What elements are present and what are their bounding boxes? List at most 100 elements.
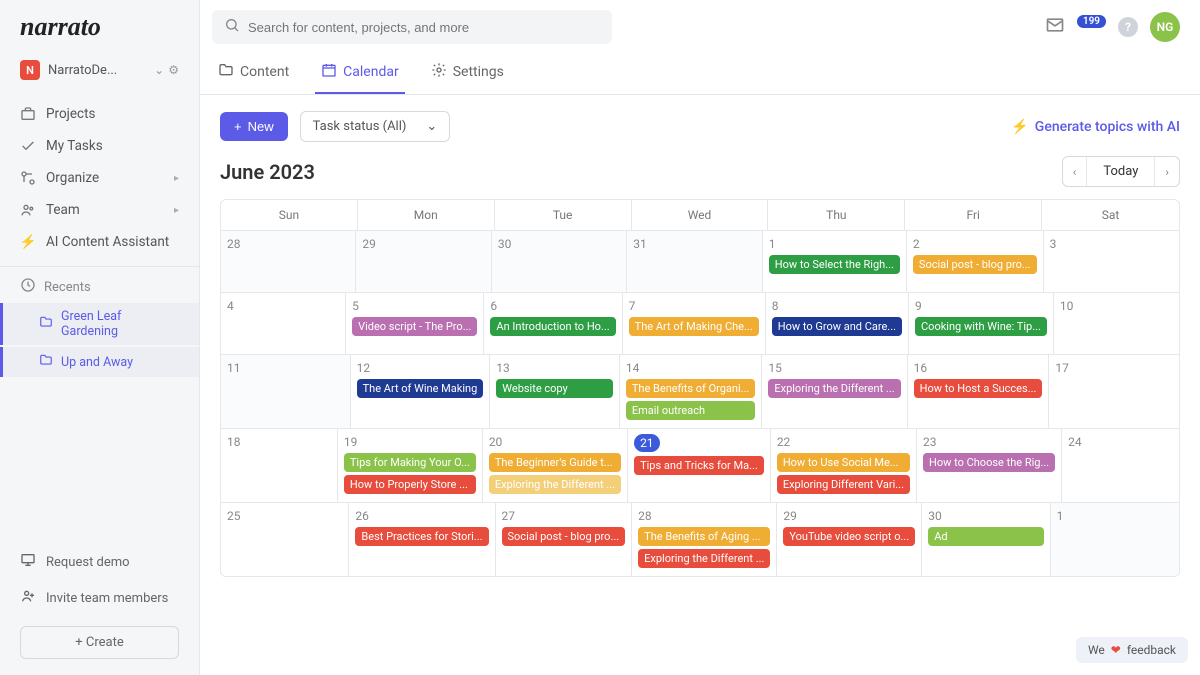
- date-number: 3: [1050, 237, 1057, 251]
- calendar-cell[interactable]: 3: [1044, 231, 1179, 293]
- date-number: 29: [362, 237, 376, 251]
- calendar-event[interactable]: Exploring the Different ...: [489, 475, 621, 494]
- calendar-cell[interactable]: 26Best Practices for Stori...: [349, 503, 495, 576]
- calendar-cell[interactable]: 28The Benefits of Aging ...Exploring the…: [632, 503, 777, 576]
- calendar-cell[interactable]: 13Website copy: [490, 355, 620, 429]
- prev-month-button[interactable]: ‹: [1063, 158, 1087, 186]
- date-number: 1: [1057, 509, 1064, 523]
- tab-calendar[interactable]: Calendar: [315, 52, 405, 94]
- task-status-filter[interactable]: Task status (All) ⌄: [300, 111, 451, 142]
- sidebar-item-ai-assistant[interactable]: ⚡ AI Content Assistant: [0, 226, 199, 258]
- create-button[interactable]: + Create: [20, 626, 179, 659]
- calendar-cell[interactable]: 18: [221, 429, 338, 503]
- calendar-event[interactable]: How to Host a Succes...: [914, 379, 1043, 398]
- invite-team-link[interactable]: Invite team members: [0, 580, 199, 616]
- calendar-event[interactable]: Exploring Different Vari...: [777, 475, 910, 494]
- calendar-cell[interactable]: 11: [221, 355, 351, 429]
- calendar-event[interactable]: The Benefits of Organi...: [626, 379, 756, 398]
- calendar-event[interactable]: How to Use Social Me...: [777, 453, 910, 472]
- sidebar-item-organize[interactable]: Organize ▸: [0, 162, 199, 194]
- next-month-button[interactable]: ›: [1155, 158, 1179, 186]
- calendar-event[interactable]: The Art of Wine Making: [357, 379, 484, 398]
- calendar-cell[interactable]: 7The Art of Making Che...: [623, 293, 766, 355]
- calendar-event[interactable]: Exploring the Different ...: [638, 549, 770, 568]
- calendar-cell[interactable]: 17: [1049, 355, 1179, 429]
- calendar-event[interactable]: The Benefits of Aging ...: [638, 527, 770, 546]
- calendar-cell[interactable]: 15Exploring the Different ...: [762, 355, 907, 429]
- calendar-event[interactable]: The Art of Making Che...: [629, 317, 759, 336]
- calendar-cell[interactable]: 31: [627, 231, 762, 293]
- mail-icon[interactable]: [1045, 15, 1065, 40]
- calendar-cell[interactable]: 25: [221, 503, 349, 576]
- calendar-cell[interactable]: 28: [221, 231, 356, 293]
- calendar-cell[interactable]: 6An Introduction to Ho...: [484, 293, 622, 355]
- calendar-cell[interactable]: 20 The Beginner's Guide t... Exploring the…: [483, 429, 628, 503]
- calendar-cell[interactable]: 22How to Use Social Me...Exploring Diffe…: [771, 429, 917, 503]
- recent-item[interactable]: Up and Away: [0, 347, 199, 377]
- calendar-cell[interactable]: 14The Benefits of Organi...Email outreac…: [620, 355, 763, 429]
- workspace-selector[interactable]: N NarratoDe... ⌄ ⚙: [0, 50, 199, 90]
- calendar-event[interactable]: How to Grow and Care...: [772, 317, 902, 336]
- sidebar-item-my-tasks[interactable]: My Tasks: [0, 130, 199, 162]
- gear-icon[interactable]: ⚙: [168, 63, 179, 77]
- generate-topics-ai-link[interactable]: ⚡ Generate topics with AI: [1011, 119, 1180, 135]
- request-demo-label: Request demo: [46, 555, 130, 570]
- calendar-cell[interactable]: 16How to Host a Succes...: [908, 355, 1050, 429]
- calendar-event[interactable]: How to Properly Store ...: [344, 475, 476, 494]
- chevron-down-icon[interactable]: ⌄: [154, 63, 164, 77]
- recent-item[interactable]: Green Leaf Gardening: [0, 303, 199, 345]
- calendar-cell[interactable]: 23How to Choose the Rig...: [917, 429, 1062, 503]
- date-number: 19: [344, 435, 358, 449]
- search-field[interactable]: [248, 20, 600, 35]
- calendar-cell[interactable]: 24: [1062, 429, 1179, 503]
- calendar-cell[interactable]: 29: [356, 231, 491, 293]
- calendar-cell[interactable]: 19 Tips for Making Your O... How to Proper…: [338, 429, 483, 503]
- calendar-event[interactable]: How to Select the Righ...: [769, 255, 900, 274]
- calendar-event[interactable]: Tips for Making Your O...: [344, 453, 476, 472]
- new-button[interactable]: +New: [220, 112, 288, 141]
- calendar-event[interactable]: Best Practices for Stori...: [355, 527, 488, 546]
- calendar-event[interactable]: Cooking with Wine: Tip...: [915, 317, 1047, 336]
- calendar-event[interactable]: Ad: [928, 527, 1043, 546]
- calendar-cell[interactable]: 5Video script - The Pro...: [346, 293, 484, 355]
- tab-content[interactable]: Content: [212, 52, 295, 94]
- calendar-event[interactable]: Social post - blog pro...: [502, 527, 626, 546]
- calendar-event[interactable]: How to Choose the Rig...: [923, 453, 1055, 472]
- date-number: 1: [769, 237, 776, 251]
- calendar-cell[interactable]: 1: [1051, 503, 1179, 576]
- heart-icon: ❤: [1111, 643, 1121, 657]
- avatar[interactable]: NG: [1150, 12, 1180, 42]
- tab-settings[interactable]: Settings: [425, 52, 510, 94]
- sidebar-item-team[interactable]: Team ▸: [0, 194, 199, 226]
- feedback-button[interactable]: We ❤ feedback: [1076, 637, 1188, 663]
- calendar-event[interactable]: Video script - The Pro...: [352, 317, 477, 336]
- month-label: June 2023: [220, 160, 315, 184]
- calendar-cell[interactable]: 30: [492, 231, 627, 293]
- calendar-event[interactable]: Email outreach: [626, 401, 756, 420]
- calendar-event[interactable]: An Introduction to Ho...: [490, 317, 615, 336]
- calendar-cell[interactable]: 8How to Grow and Care...: [766, 293, 909, 355]
- notif-badge[interactable]: 199: [1077, 15, 1106, 28]
- calendar-cell[interactable]: 4: [221, 293, 346, 355]
- today-button[interactable]: Today: [1086, 157, 1155, 186]
- sidebar-item-projects[interactable]: Projects: [0, 98, 199, 130]
- calendar-cell[interactable]: 12The Art of Wine Making: [351, 355, 491, 429]
- calendar-cell[interactable]: 21Tips and Tricks for Ma...: [628, 429, 771, 503]
- date-number: 20: [489, 435, 503, 449]
- calendar-event[interactable]: YouTube video script o...: [783, 527, 915, 546]
- calendar-event[interactable]: Exploring the Different ...: [768, 379, 900, 398]
- search-input[interactable]: [212, 10, 612, 44]
- request-demo-link[interactable]: Request demo: [0, 544, 199, 580]
- calendar-cell[interactable]: 10: [1054, 293, 1179, 355]
- calendar-event[interactable]: The Beginner's Guide t...: [489, 453, 621, 472]
- calendar-event[interactable]: Tips and Tricks for Ma...: [634, 456, 764, 475]
- calendar-cell[interactable]: 29YouTube video script o...: [777, 503, 922, 576]
- help-icon[interactable]: ?: [1118, 17, 1138, 37]
- calendar-cell[interactable]: 2Social post - blog pro...: [907, 231, 1044, 293]
- calendar-cell[interactable]: 30Ad: [922, 503, 1050, 576]
- calendar-cell[interactable]: 9Cooking with Wine: Tip...: [909, 293, 1054, 355]
- calendar-cell[interactable]: 27Social post - blog pro...: [496, 503, 633, 576]
- calendar-event[interactable]: Website copy: [496, 379, 613, 398]
- calendar-cell[interactable]: 1 How to Select the Righ...: [763, 231, 907, 293]
- calendar-event[interactable]: Social post - blog pro...: [913, 255, 1037, 274]
